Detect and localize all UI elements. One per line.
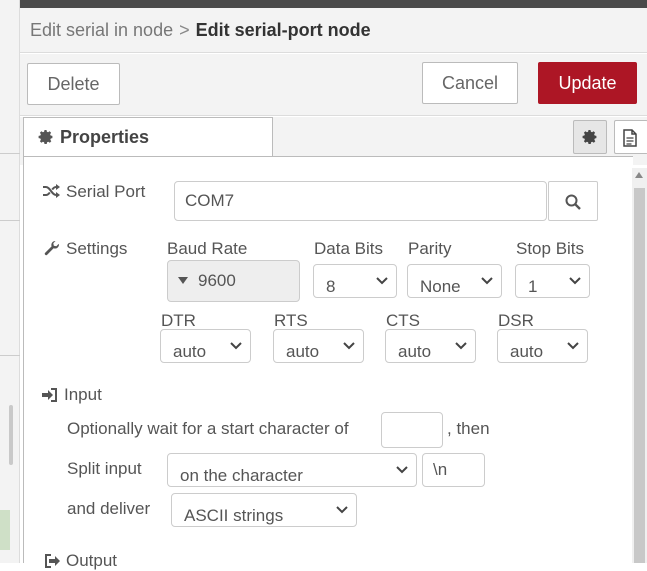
dtr-label: DTR	[161, 311, 196, 330]
split-input-label: Split input	[67, 459, 142, 478]
stop-bits-select[interactable]: 1	[515, 264, 590, 298]
stop-bits-label: Stop Bits	[516, 239, 585, 258]
serial-port-input[interactable]: COM7	[174, 181, 547, 221]
tab-properties[interactable]: Properties	[23, 117, 273, 157]
scroll-up-icon[interactable]	[635, 172, 643, 178]
baud-rate-input[interactable]: 9600	[167, 260, 300, 302]
breadcrumb: Edit serial in node > Edit serial-port nod…	[20, 8, 647, 53]
chevron-down-icon	[376, 277, 388, 285]
settings-label: Settings	[44, 239, 127, 259]
chevron-down-icon	[396, 466, 408, 474]
chevron-down-icon	[343, 342, 355, 350]
gear-icon	[582, 130, 597, 144]
serial-port-label: Serial Port	[42, 182, 145, 202]
sign-out-icon	[45, 554, 60, 568]
data-bits-label: Data Bits	[314, 239, 383, 258]
gear-icon	[38, 130, 53, 144]
chevron-down-icon	[336, 506, 348, 514]
wait-start-text: Optionally wait for a start character of	[67, 419, 349, 438]
delete-button[interactable]: Delete	[27, 63, 120, 105]
deliver-select[interactable]: ASCII strings	[171, 493, 357, 527]
dsr-select[interactable]: auto	[497, 329, 588, 363]
update-button[interactable]: Update	[538, 62, 637, 104]
port-search-button[interactable]	[548, 181, 598, 221]
split-character-input[interactable]: \n	[422, 453, 485, 487]
parity-label: Parity	[408, 239, 452, 258]
baud-rate-label: Baud Rate	[167, 239, 248, 258]
workspace-scrollbar[interactable]	[9, 405, 13, 465]
chevron-down-icon	[455, 342, 467, 350]
start-character-input[interactable]	[381, 412, 443, 448]
top-bar	[20, 0, 647, 8]
tray-toolbar: Delete Cancel Update	[20, 54, 647, 116]
scrollbar-thumb[interactable]	[634, 188, 645, 563]
parity-select[interactable]: None	[407, 264, 502, 298]
output-label: Output	[44, 551, 117, 571]
cancel-button[interactable]: Cancel	[422, 62, 518, 104]
editor-tray: Edit serial in node > Edit serial-port nod…	[20, 8, 647, 570]
chevron-down-icon	[567, 342, 579, 350]
panel-scrollbar[interactable]	[632, 168, 647, 563]
input-label: Input	[42, 385, 102, 405]
then-text: , then	[447, 419, 490, 438]
dtr-select[interactable]: auto	[160, 329, 251, 363]
chevron-down-icon	[230, 342, 242, 350]
breadcrumb-separator: >	[179, 20, 190, 40]
node-description-tab[interactable]	[614, 120, 647, 154]
deliver-label: and deliver	[67, 499, 151, 518]
document-icon	[623, 129, 637, 147]
caret-down-icon	[178, 277, 188, 284]
rts-label: RTS	[274, 311, 308, 330]
breadcrumb-current: Edit serial-port node	[195, 20, 371, 40]
search-icon	[565, 194, 581, 210]
chevron-down-icon	[569, 277, 581, 285]
data-bits-select[interactable]: 8	[313, 264, 397, 298]
split-input-select[interactable]: on the character	[167, 453, 417, 487]
tab-properties-label: Properties	[60, 127, 150, 147]
workspace-edge	[0, 0, 20, 563]
sign-in-icon	[42, 388, 57, 402]
dsr-label: DSR	[498, 311, 534, 330]
cts-select[interactable]: auto	[385, 329, 476, 363]
workspace-node-fragment	[0, 510, 10, 550]
breadcrumb-parent[interactable]: Edit serial in node	[30, 20, 173, 40]
rts-select[interactable]: auto	[273, 329, 364, 363]
cts-label: CTS	[386, 311, 420, 330]
node-settings-tab[interactable]	[573, 120, 607, 154]
chevron-down-icon	[481, 277, 493, 285]
properties-panel: Serial Port COM7 Settings Baud Rate 9600…	[23, 156, 633, 570]
shuffle-icon	[43, 184, 60, 198]
wrench-icon	[44, 240, 60, 256]
